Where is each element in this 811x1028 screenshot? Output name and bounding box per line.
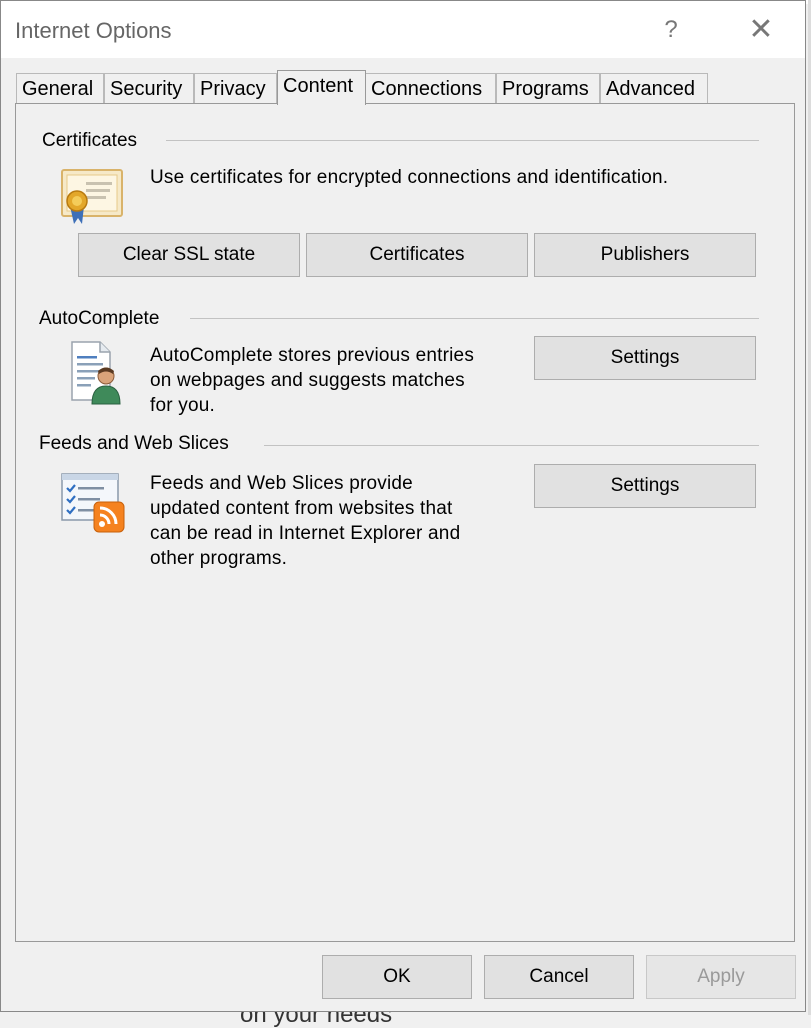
certificates-button[interactable]: Certificates bbox=[306, 233, 528, 277]
autocomplete-description-line: AutoComplete stores previous entries bbox=[150, 345, 475, 366]
apply-button[interactable]: Apply bbox=[646, 955, 796, 999]
tab-advanced[interactable]: Advanced bbox=[600, 73, 708, 103]
autocomplete-heading: AutoComplete bbox=[39, 308, 160, 329]
tab-general[interactable]: General bbox=[16, 73, 104, 103]
feeds-rss-icon bbox=[61, 473, 125, 533]
tab-security[interactable]: Security bbox=[104, 73, 194, 103]
autocomplete-settings-button[interactable]: Settings bbox=[534, 336, 756, 380]
close-button[interactable]: ✕ bbox=[743, 13, 779, 47]
autocomplete-description-line: on webpages and suggests matches bbox=[150, 370, 465, 391]
cancel-button[interactable]: Cancel bbox=[484, 955, 634, 999]
clear-ssl-state-button[interactable]: Clear SSL state bbox=[78, 233, 300, 277]
autocomplete-divider bbox=[190, 318, 759, 319]
certificates-heading: Certificates bbox=[42, 130, 138, 151]
autocomplete-description: AutoComplete stores previous entries on … bbox=[150, 343, 474, 418]
tab-programs[interactable]: Programs bbox=[496, 73, 600, 103]
certificates-divider bbox=[166, 140, 759, 141]
certificate-icon bbox=[61, 169, 123, 224]
tab-privacy[interactable]: Privacy bbox=[194, 73, 277, 103]
tab-content[interactable]: Content bbox=[277, 70, 366, 105]
feeds-heading: Feeds and Web Slices bbox=[39, 433, 229, 454]
feeds-description-line: Feeds and Web Slices provide bbox=[150, 473, 413, 494]
feeds-divider bbox=[264, 445, 759, 446]
tab-connections[interactable]: Connections bbox=[365, 73, 496, 103]
window-title: Internet Options bbox=[15, 18, 172, 43]
content-tab-panel: Certificates Use certificates for encryp… bbox=[15, 103, 795, 942]
publishers-button[interactable]: Publishers bbox=[534, 233, 756, 277]
feeds-description-line: updated content from websites that bbox=[150, 498, 453, 519]
feeds-description-line: other programs. bbox=[150, 548, 288, 569]
feeds-settings-button[interactable]: Settings bbox=[534, 464, 756, 508]
certificates-description: Use certificates for encrypted connectio… bbox=[150, 167, 669, 188]
ok-button[interactable]: OK bbox=[322, 955, 472, 999]
autocomplete-description-line: for you. bbox=[150, 395, 215, 416]
autocomplete-document-user-icon bbox=[71, 341, 121, 405]
internet-options-dialog: Internet Options ? ✕ General Security Pr… bbox=[0, 0, 806, 1012]
title-bar[interactable]: Internet Options ? ✕ bbox=[1, 1, 805, 58]
feeds-description-line: can be read in Internet Explorer and bbox=[150, 523, 461, 544]
feeds-description: Feeds and Web Slices provide updated con… bbox=[150, 471, 460, 571]
help-button[interactable]: ? bbox=[656, 13, 686, 47]
